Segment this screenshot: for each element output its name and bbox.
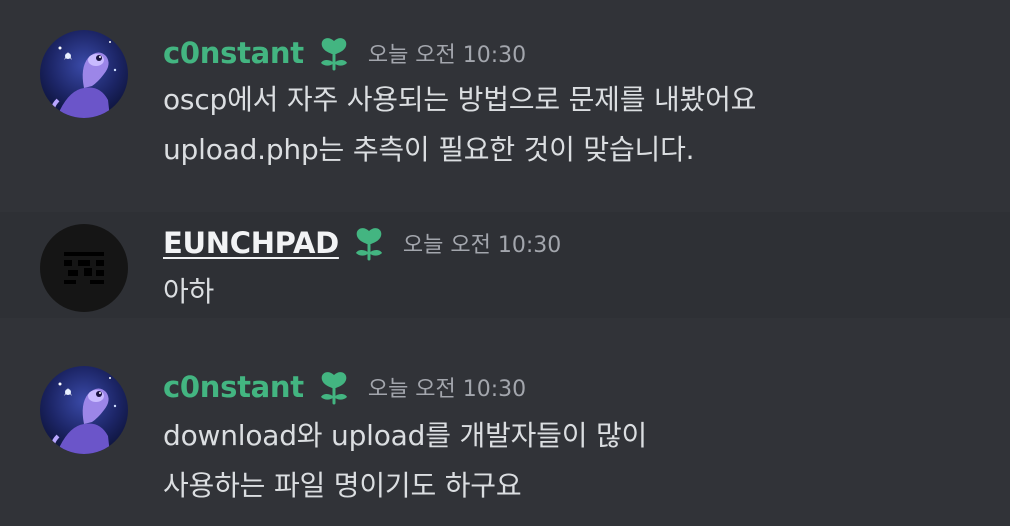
chat-message[interactable]: c0nstant 오늘 오전 10:30 oscp에서 자주 사용되는 방법으로… [0,0,1010,212]
avatar[interactable] [40,30,128,118]
message-line: 아하 [163,275,215,308]
chat-message[interactable]: EUNCHPAD 오늘 오전 10:30 아하 [0,212,1010,318]
message-header: EUNCHPAD 오늘 오전 10:30 [163,223,561,263]
message-line: oscp에서 자주 사용되는 방법으로 문제를 내봤어요 [163,83,757,116]
message-content: 아하 [163,267,983,317]
message-line: 사용하는 파일 명이기도 하구요 [163,469,522,502]
message-header: c0nstant 오늘 오전 10:30 [163,367,526,407]
sprout-icon[interactable] [314,367,354,407]
avatar[interactable] [40,366,128,454]
username[interactable]: c0nstant [163,370,304,404]
username[interactable]: c0nstant [163,36,304,70]
message-line: download와 upload를 개발자들이 많이 [163,419,648,452]
chat-message-list: c0nstant 오늘 오전 10:30 oscp에서 자주 사용되는 방법으로… [0,0,1010,526]
message-content: download와 upload를 개발자들이 많이 사용하는 파일 명이기도 … [163,411,983,511]
avatar[interactable] [40,224,128,312]
message-header: c0nstant 오늘 오전 10:30 [163,33,526,73]
timestamp[interactable]: 오늘 오전 10:30 [403,227,561,259]
username[interactable]: EUNCHPAD [163,226,339,260]
timestamp[interactable]: 오늘 오전 10:30 [368,371,526,403]
chat-message[interactable]: c0nstant 오늘 오전 10:30 download와 upload를 개… [0,318,1010,526]
message-line: upload.php는 추측이 필요한 것이 맞습니다. [163,133,695,166]
timestamp[interactable]: 오늘 오전 10:30 [368,37,526,69]
sprout-icon[interactable] [349,223,389,263]
message-content: oscp에서 자주 사용되는 방법으로 문제를 내봤어요 upload.php는… [163,75,983,175]
sprout-icon[interactable] [314,33,354,73]
